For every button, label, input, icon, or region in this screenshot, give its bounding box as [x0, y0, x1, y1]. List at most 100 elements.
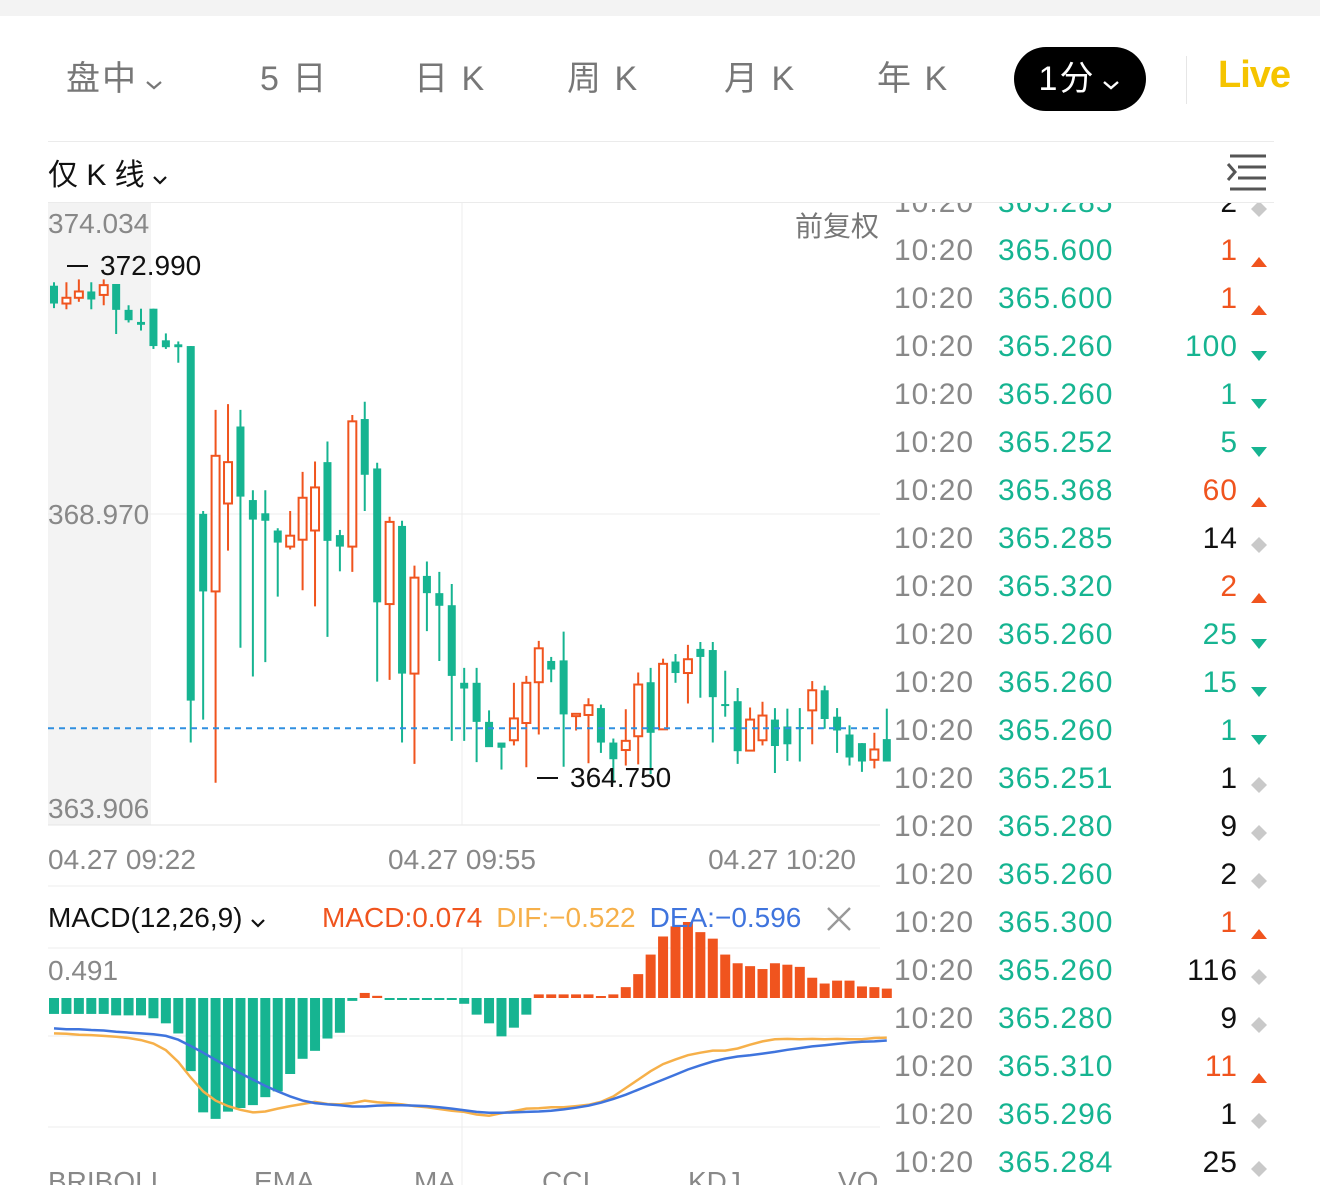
tick-price: 365.296 — [998, 1098, 1114, 1131]
tick-row: 10:20 365.260 1 — [880, 704, 1320, 752]
tick-time: 10:20 — [894, 906, 975, 939]
macd-name: MACD(12,26,9) — [48, 902, 243, 933]
candle — [583, 698, 594, 764]
candle — [857, 743, 866, 772]
tick-price: 365.260 — [998, 954, 1114, 987]
tick-direction — [1250, 386, 1268, 409]
macd-values: MACD:0.074 DIF:−0.522 DEA:−0.596 — [322, 902, 802, 934]
macd-bar — [844, 980, 855, 998]
tick-time: 10:20 — [894, 618, 975, 651]
candle-body — [210, 454, 221, 593]
candle-body — [161, 340, 170, 348]
macd-indicator-dropdown[interactable]: MACD(12,26,9) — [48, 902, 267, 936]
tick-row: 10:20 365.280 9 — [880, 992, 1320, 1040]
candle — [845, 725, 854, 766]
macd-bar — [459, 998, 470, 1004]
tick-price: 365.368 — [998, 474, 1114, 507]
tick-direction — [1250, 722, 1268, 745]
macd-bar — [98, 998, 109, 1014]
indicator-tab-kdj[interactable]: KDJ — [688, 1166, 741, 1185]
tick-volume: 1 — [1220, 1098, 1238, 1131]
candle-body — [770, 719, 779, 747]
indicator-tab-ma[interactable]: MA — [414, 1166, 456, 1185]
macd-bar — [856, 986, 867, 998]
candle-body — [571, 712, 582, 718]
candle — [149, 308, 158, 349]
close-icon[interactable] — [824, 904, 854, 934]
candle-body — [646, 682, 655, 733]
indicator-tab-briboll[interactable]: BRIBOLL — [48, 1166, 166, 1185]
candle-body — [472, 682, 481, 722]
indicator-tab-vol[interactable]: VOL — [838, 1166, 880, 1185]
neutral-diamond-icon — [1251, 537, 1267, 553]
macd-bar — [670, 926, 681, 998]
candle — [285, 510, 296, 550]
candle-body — [820, 690, 829, 719]
tick-time: 10:20 — [894, 1146, 975, 1179]
tick-price: 365.600 — [998, 234, 1114, 267]
candle — [248, 490, 257, 677]
candle — [435, 571, 444, 661]
tick-volume: 100 — [1184, 330, 1238, 363]
macd-bar — [359, 992, 370, 998]
candle-body — [149, 308, 158, 347]
trade-tick-rows: 10:20365.285210:20365.600110:20365.60011… — [880, 203, 1320, 1184]
candle-body — [199, 513, 208, 592]
tick-row: 10:20 365.600 1 — [880, 272, 1320, 320]
macd-bar — [533, 994, 544, 998]
down-arrow-icon — [1251, 447, 1267, 457]
tick-time: 10:20 — [894, 1050, 975, 1083]
macd-bar — [235, 998, 246, 1109]
macd-histogram — [49, 922, 892, 1119]
candle — [696, 641, 705, 698]
candles — [50, 279, 891, 783]
tick-direction — [1250, 338, 1268, 361]
indicator-tab-ema[interactable]: EMA — [254, 1166, 315, 1185]
candle-body — [73, 290, 84, 299]
candle-body — [236, 426, 245, 497]
candle — [472, 667, 481, 763]
tick-time: 10:20 — [894, 282, 975, 315]
candle-body — [845, 734, 854, 758]
up-arrow-icon — [1251, 593, 1267, 603]
candle-body — [620, 739, 631, 752]
candle-body — [497, 742, 506, 748]
candle — [757, 701, 768, 746]
trade-tick-list[interactable]: 10:20365.285210:20365.600110:20365.60011… — [880, 203, 1320, 1185]
down-arrow-icon — [1251, 639, 1267, 649]
low-price-label: 364.750 — [570, 762, 671, 793]
tick-direction — [1250, 290, 1268, 315]
candle-body — [460, 682, 469, 689]
tick-price: 365.285 — [998, 522, 1114, 555]
candle-body — [857, 743, 866, 762]
tick-time: 10:20 — [894, 762, 975, 795]
indicator-tabs: BRIBOLL EMA MA CCI KDJ VOL — [48, 1166, 880, 1185]
indicator-tab-cci[interactable]: CCI — [542, 1166, 590, 1185]
tick-time: 10:20 — [894, 570, 975, 603]
tick-volume: 25 — [1202, 618, 1238, 651]
adjust-label[interactable]: 前复权 — [795, 211, 879, 242]
tick-direction — [1250, 434, 1268, 457]
candle-body — [533, 647, 544, 684]
candle — [297, 471, 308, 591]
tick-row: 10:20 365.260 2 — [880, 848, 1320, 896]
macd-bar — [620, 987, 631, 998]
down-arrow-icon — [1251, 735, 1267, 745]
macd-bar — [484, 998, 495, 1024]
tick-volume: 14 — [1202, 522, 1238, 555]
price-axis-mid: 368.970 — [48, 499, 149, 530]
macd-bar — [86, 998, 97, 1014]
candle-body — [447, 605, 456, 676]
candle-body — [124, 309, 133, 321]
tick-time: 10:20 — [894, 426, 975, 459]
macd-bar — [123, 998, 134, 1016]
tick-row: 10:20 365.320 2 — [880, 560, 1320, 608]
tick-direction — [1250, 1058, 1268, 1083]
macd-bar — [757, 969, 768, 998]
macd-bar — [421, 998, 432, 1000]
candle-body — [733, 701, 742, 752]
macd-bar — [247, 998, 258, 1106]
macd-bar — [608, 994, 619, 998]
macd-bar — [310, 998, 321, 1051]
time-axis-end: 04.27 10:20 — [708, 844, 856, 875]
